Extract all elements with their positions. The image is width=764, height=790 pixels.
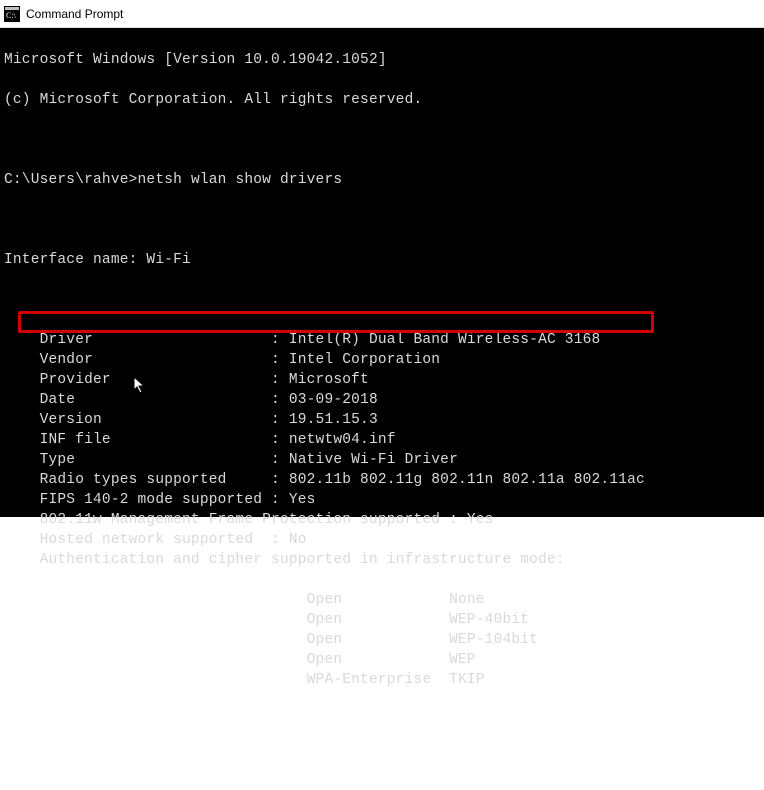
auth-cipher-row: Open WEP — [4, 650, 760, 670]
property-row: Type : Native Wi-Fi Driver — [4, 450, 760, 470]
prompt-path: C:\Users\rahve> — [4, 172, 138, 188]
blank-line — [4, 290, 760, 310]
property-row: Hosted network supported : No — [4, 530, 760, 550]
terminal-output[interactable]: Microsoft Windows [Version 10.0.19042.10… — [0, 28, 764, 517]
auth-cipher-row: Open None — [4, 590, 760, 610]
window-title: Command Prompt — [26, 7, 123, 21]
prompt-command: netsh wlan show drivers — [138, 172, 343, 188]
property-row: Authentication and cipher supported in i… — [4, 550, 760, 570]
interface-line: Interface name: Wi-Fi — [4, 250, 760, 270]
svg-text:C:\: C:\ — [6, 11, 17, 20]
property-row: Vendor : Intel Corporation — [4, 350, 760, 370]
property-row: Version : 19.51.15.3 — [4, 410, 760, 430]
property-row: INF file : netwtw04.inf — [4, 430, 760, 450]
auth-cipher-row: Open WEP-104bit — [4, 630, 760, 650]
property-row: FIPS 140-2 mode supported : Yes — [4, 490, 760, 510]
prompt-line: C:\Users\rahve>netsh wlan show drivers — [4, 170, 760, 190]
header-line-2: (c) Microsoft Corporation. All rights re… — [4, 90, 760, 110]
cmd-icon: C:\ — [4, 6, 20, 22]
blank-line — [4, 130, 760, 150]
property-row: Radio types supported : 802.11b 802.11g … — [4, 470, 760, 490]
property-row: Driver : Intel(R) Dual Band Wireless-AC … — [4, 330, 760, 350]
window-titlebar[interactable]: C:\ Command Prompt — [0, 0, 764, 28]
auth-cipher-row: WPA-Enterprise TKIP — [4, 670, 760, 690]
blank-line — [4, 210, 760, 230]
property-row: Date : 03-09-2018 — [4, 390, 760, 410]
header-line-1: Microsoft Windows [Version 10.0.19042.10… — [4, 50, 760, 70]
property-row: 802.11w Management Frame Protection supp… — [4, 510, 760, 530]
auth-cipher-row: Open WEP-40bit — [4, 610, 760, 630]
property-row: Provider : Microsoft — [4, 370, 760, 390]
